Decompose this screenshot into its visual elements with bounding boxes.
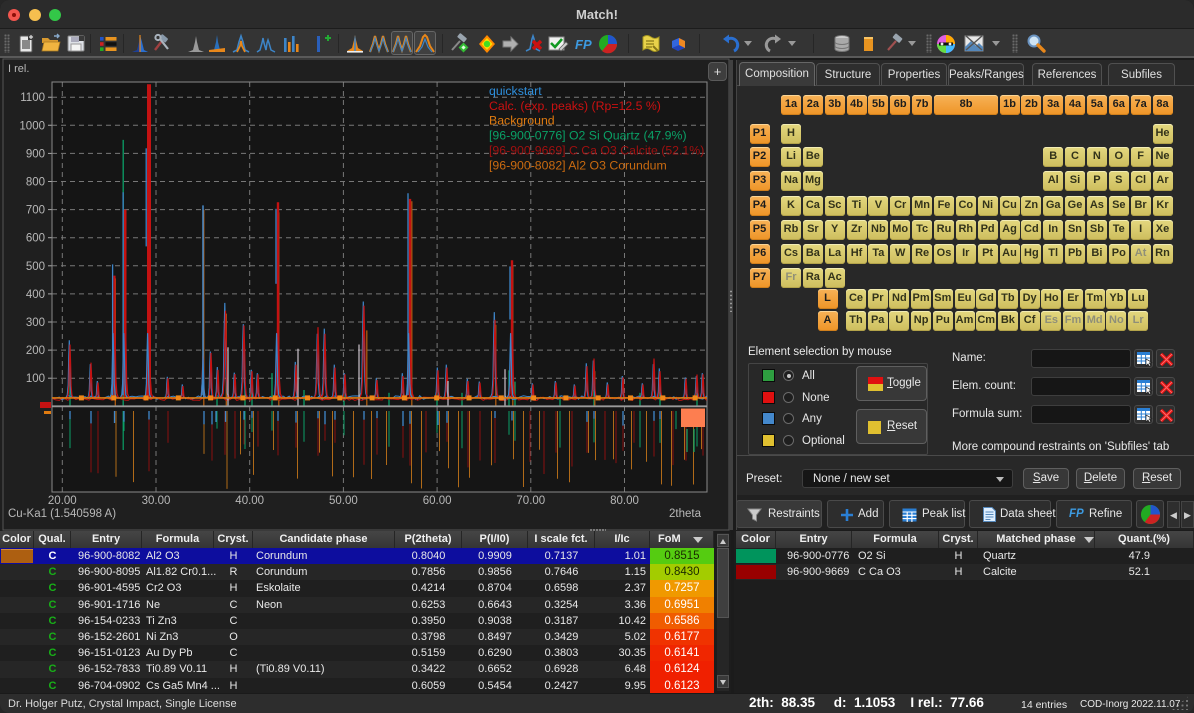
- svg-text:500: 500: [26, 261, 45, 273]
- svg-text:quickstart: quickstart: [489, 84, 542, 98]
- svg-text:[96-900-0776] O2 Si Quartz (47: [96-900-0776] O2 Si Quartz (47.9%): [489, 129, 687, 143]
- svg-text:900: 900: [26, 148, 45, 160]
- svg-text:40.00: 40.00: [235, 495, 264, 507]
- svg-text:I rel.: I rel.: [8, 63, 29, 75]
- svg-text:800: 800: [26, 177, 45, 189]
- svg-text:200: 200: [26, 345, 45, 357]
- svg-text:[96-900-9669] C Ca O3 Calcite: [96-900-9669] C Ca O3 Calcite (52.1%): [489, 144, 704, 158]
- svg-text:20.00: 20.00: [48, 495, 77, 507]
- svg-text:1000: 1000: [19, 120, 45, 132]
- svg-text:2theta: 2theta: [669, 508, 702, 520]
- svg-text:70.00: 70.00: [516, 495, 545, 507]
- svg-text:[96-900-8082] Al2 O3 Corundum: [96-900-8082] Al2 O3 Corundum: [489, 159, 667, 173]
- svg-text:700: 700: [26, 205, 45, 217]
- svg-text:30.00: 30.00: [142, 495, 171, 507]
- svg-text:300: 300: [26, 317, 45, 329]
- svg-text:Cu-Ka1 (1.540598 A): Cu-Ka1 (1.540598 A): [8, 508, 116, 520]
- svg-text:80.00: 80.00: [610, 495, 639, 507]
- svg-text:Background: Background: [489, 114, 555, 128]
- svg-text:400: 400: [26, 289, 45, 301]
- svg-text:100: 100: [26, 373, 45, 385]
- svg-text:60.00: 60.00: [423, 495, 452, 507]
- svg-text:50.00: 50.00: [329, 495, 358, 507]
- svg-text:1100: 1100: [20, 92, 45, 104]
- svg-text:600: 600: [26, 233, 45, 245]
- svg-text:Calc. (exp. peaks) (Rp=12.5 %): Calc. (exp. peaks) (Rp=12.5 %): [489, 99, 661, 113]
